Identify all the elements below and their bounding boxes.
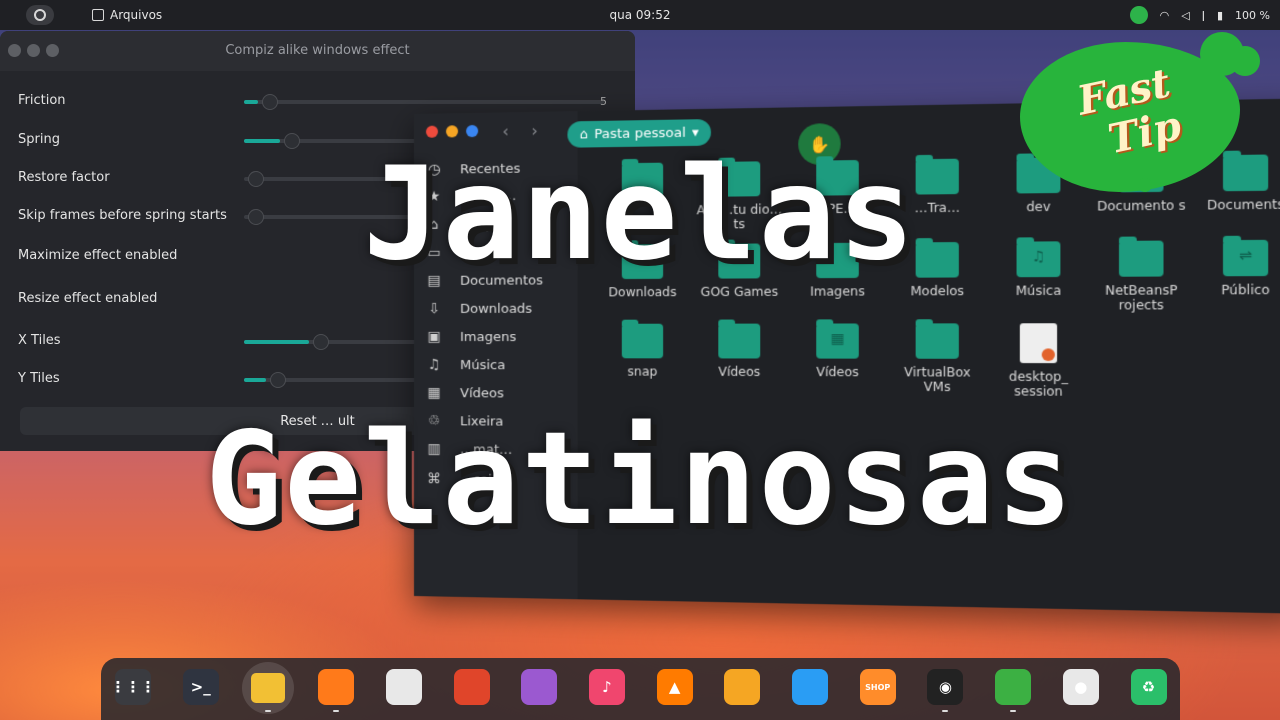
window-controls — [425, 124, 479, 138]
sidebar-item[interactable]: ⇩ Downloads — [424, 301, 532, 317]
clock[interactable]: qua 09:52 — [0, 8, 1280, 22]
image-icon: ▣ — [427, 328, 441, 346]
wifi-icon: ◠ — [1159, 8, 1170, 22]
folder-item[interactable]: Vídeos — [694, 323, 784, 380]
setting-label: Resize effect enabled — [18, 291, 158, 306]
paint-icon[interactable] — [724, 669, 761, 705]
badge-blob — [1138, 178, 1152, 192]
setting-label: X Tiles — [18, 333, 61, 348]
folder-icon — [621, 323, 664, 359]
music-icon: ♫ — [427, 357, 441, 374]
recorder-icon[interactable]: ● — [1062, 669, 1099, 705]
folder-icon — [718, 323, 761, 359]
folder-icon — [251, 673, 286, 703]
folder-symbol-icon: ▦ — [830, 330, 845, 348]
volume-icon: ◁ — [1181, 8, 1190, 22]
sidebar-item-label: Música — [460, 357, 506, 373]
chrome-icon[interactable] — [385, 669, 422, 705]
folder-item[interactable]: snap — [598, 323, 687, 379]
music-app-icon[interactable]: ♪ — [588, 669, 625, 705]
sidebar-item-label: Imagens — [460, 329, 517, 345]
folder-label: VirtualBox VMs — [904, 364, 971, 395]
back-arrow-icon[interactable]: ‹ — [502, 121, 508, 140]
sidebar-item[interactable]: ♫ Música — [424, 357, 506, 374]
trash-dock-icon[interactable]: ♻ — [1130, 669, 1167, 705]
folder-icon: ▦ — [816, 323, 859, 359]
crop-icon[interactable] — [521, 669, 558, 705]
window-title: Compiz alike windows effect — [225, 43, 410, 58]
video-icon: ▦ — [427, 385, 441, 402]
chevron-down-icon: ▾ — [692, 124, 699, 141]
slider-knob[interactable] — [269, 372, 286, 388]
sidebar-item[interactable]: ▣ Imagens — [424, 329, 516, 345]
window-header[interactable]: Compiz alike windows effect — [0, 31, 635, 71]
maximize-button[interactable] — [466, 124, 479, 138]
running-indicator — [942, 710, 949, 712]
badge-text: Fast Tip — [1072, 59, 1185, 167]
folder-item[interactable]: VirtualBox VMs — [891, 323, 984, 394]
overlay-title-line2: Gelatinosas — [205, 405, 1075, 554]
battery-percent: 100 % — [1235, 8, 1270, 22]
folder-label: Vídeos — [816, 364, 859, 380]
fast-tip-badge: Fast Tip — [1020, 22, 1260, 192]
slider-fill — [244, 340, 309, 344]
files-icon[interactable] — [242, 662, 295, 714]
shop-icon[interactable]: SHOP — [859, 669, 896, 705]
running-indicator — [1010, 710, 1017, 712]
sidebar-item[interactable]: ▦ Vídeos — [424, 385, 504, 401]
forward-arrow-icon[interactable]: › — [531, 121, 538, 140]
sidebar-item-label: Downloads — [460, 301, 533, 317]
badge-blob — [1230, 46, 1260, 76]
running-indicator — [333, 710, 340, 712]
slider-fill — [244, 100, 259, 104]
folder-item[interactable]: ▦ Vídeos — [792, 323, 884, 379]
office-icon[interactable] — [453, 669, 490, 705]
microphone-icon: ǀ — [1201, 8, 1205, 22]
setting-slider[interactable] — [244, 94, 604, 110]
folder-item[interactable]: desktop_ session — [991, 323, 1085, 399]
battery-icon: ▮ — [1216, 8, 1224, 22]
sidebar-item-label: Vídeos — [460, 385, 504, 401]
slider-knob[interactable] — [312, 334, 329, 350]
setting-value: 5 — [600, 95, 607, 108]
slider-knob[interactable] — [262, 94, 279, 110]
file-icon — [1019, 323, 1058, 364]
folder-label: desktop_ session — [1008, 369, 1069, 399]
close-button[interactable] — [425, 125, 438, 138]
nav-arrows: ‹ › — [502, 121, 537, 141]
folder-icon — [915, 323, 959, 359]
terminal-icon[interactable]: >_ — [182, 669, 219, 705]
running-indicator — [265, 710, 272, 712]
minimize-button[interactable] — [446, 125, 459, 138]
app-grid-icon[interactable]: ⋮⋮⋮ — [111, 669, 156, 705]
folder-label: snap — [627, 364, 658, 379]
dock: ⋮⋮⋮ >_ ♪ ▲ SHOP ◉ ● ♻ — [101, 658, 1180, 720]
vlc-icon[interactable]: ▲ — [656, 669, 693, 705]
extension-icon[interactable] — [995, 669, 1032, 705]
box-icon[interactable] — [792, 669, 828, 705]
firefox-icon[interactable] — [318, 669, 355, 705]
obs-icon[interactable]: ◉ — [927, 669, 964, 705]
folder-label: Vídeos — [718, 364, 761, 380]
setting-label: Friction — [18, 93, 66, 108]
slider-fill — [244, 378, 266, 382]
download-icon: ⇩ — [428, 300, 440, 317]
setting-label: Y Tiles — [18, 371, 60, 386]
